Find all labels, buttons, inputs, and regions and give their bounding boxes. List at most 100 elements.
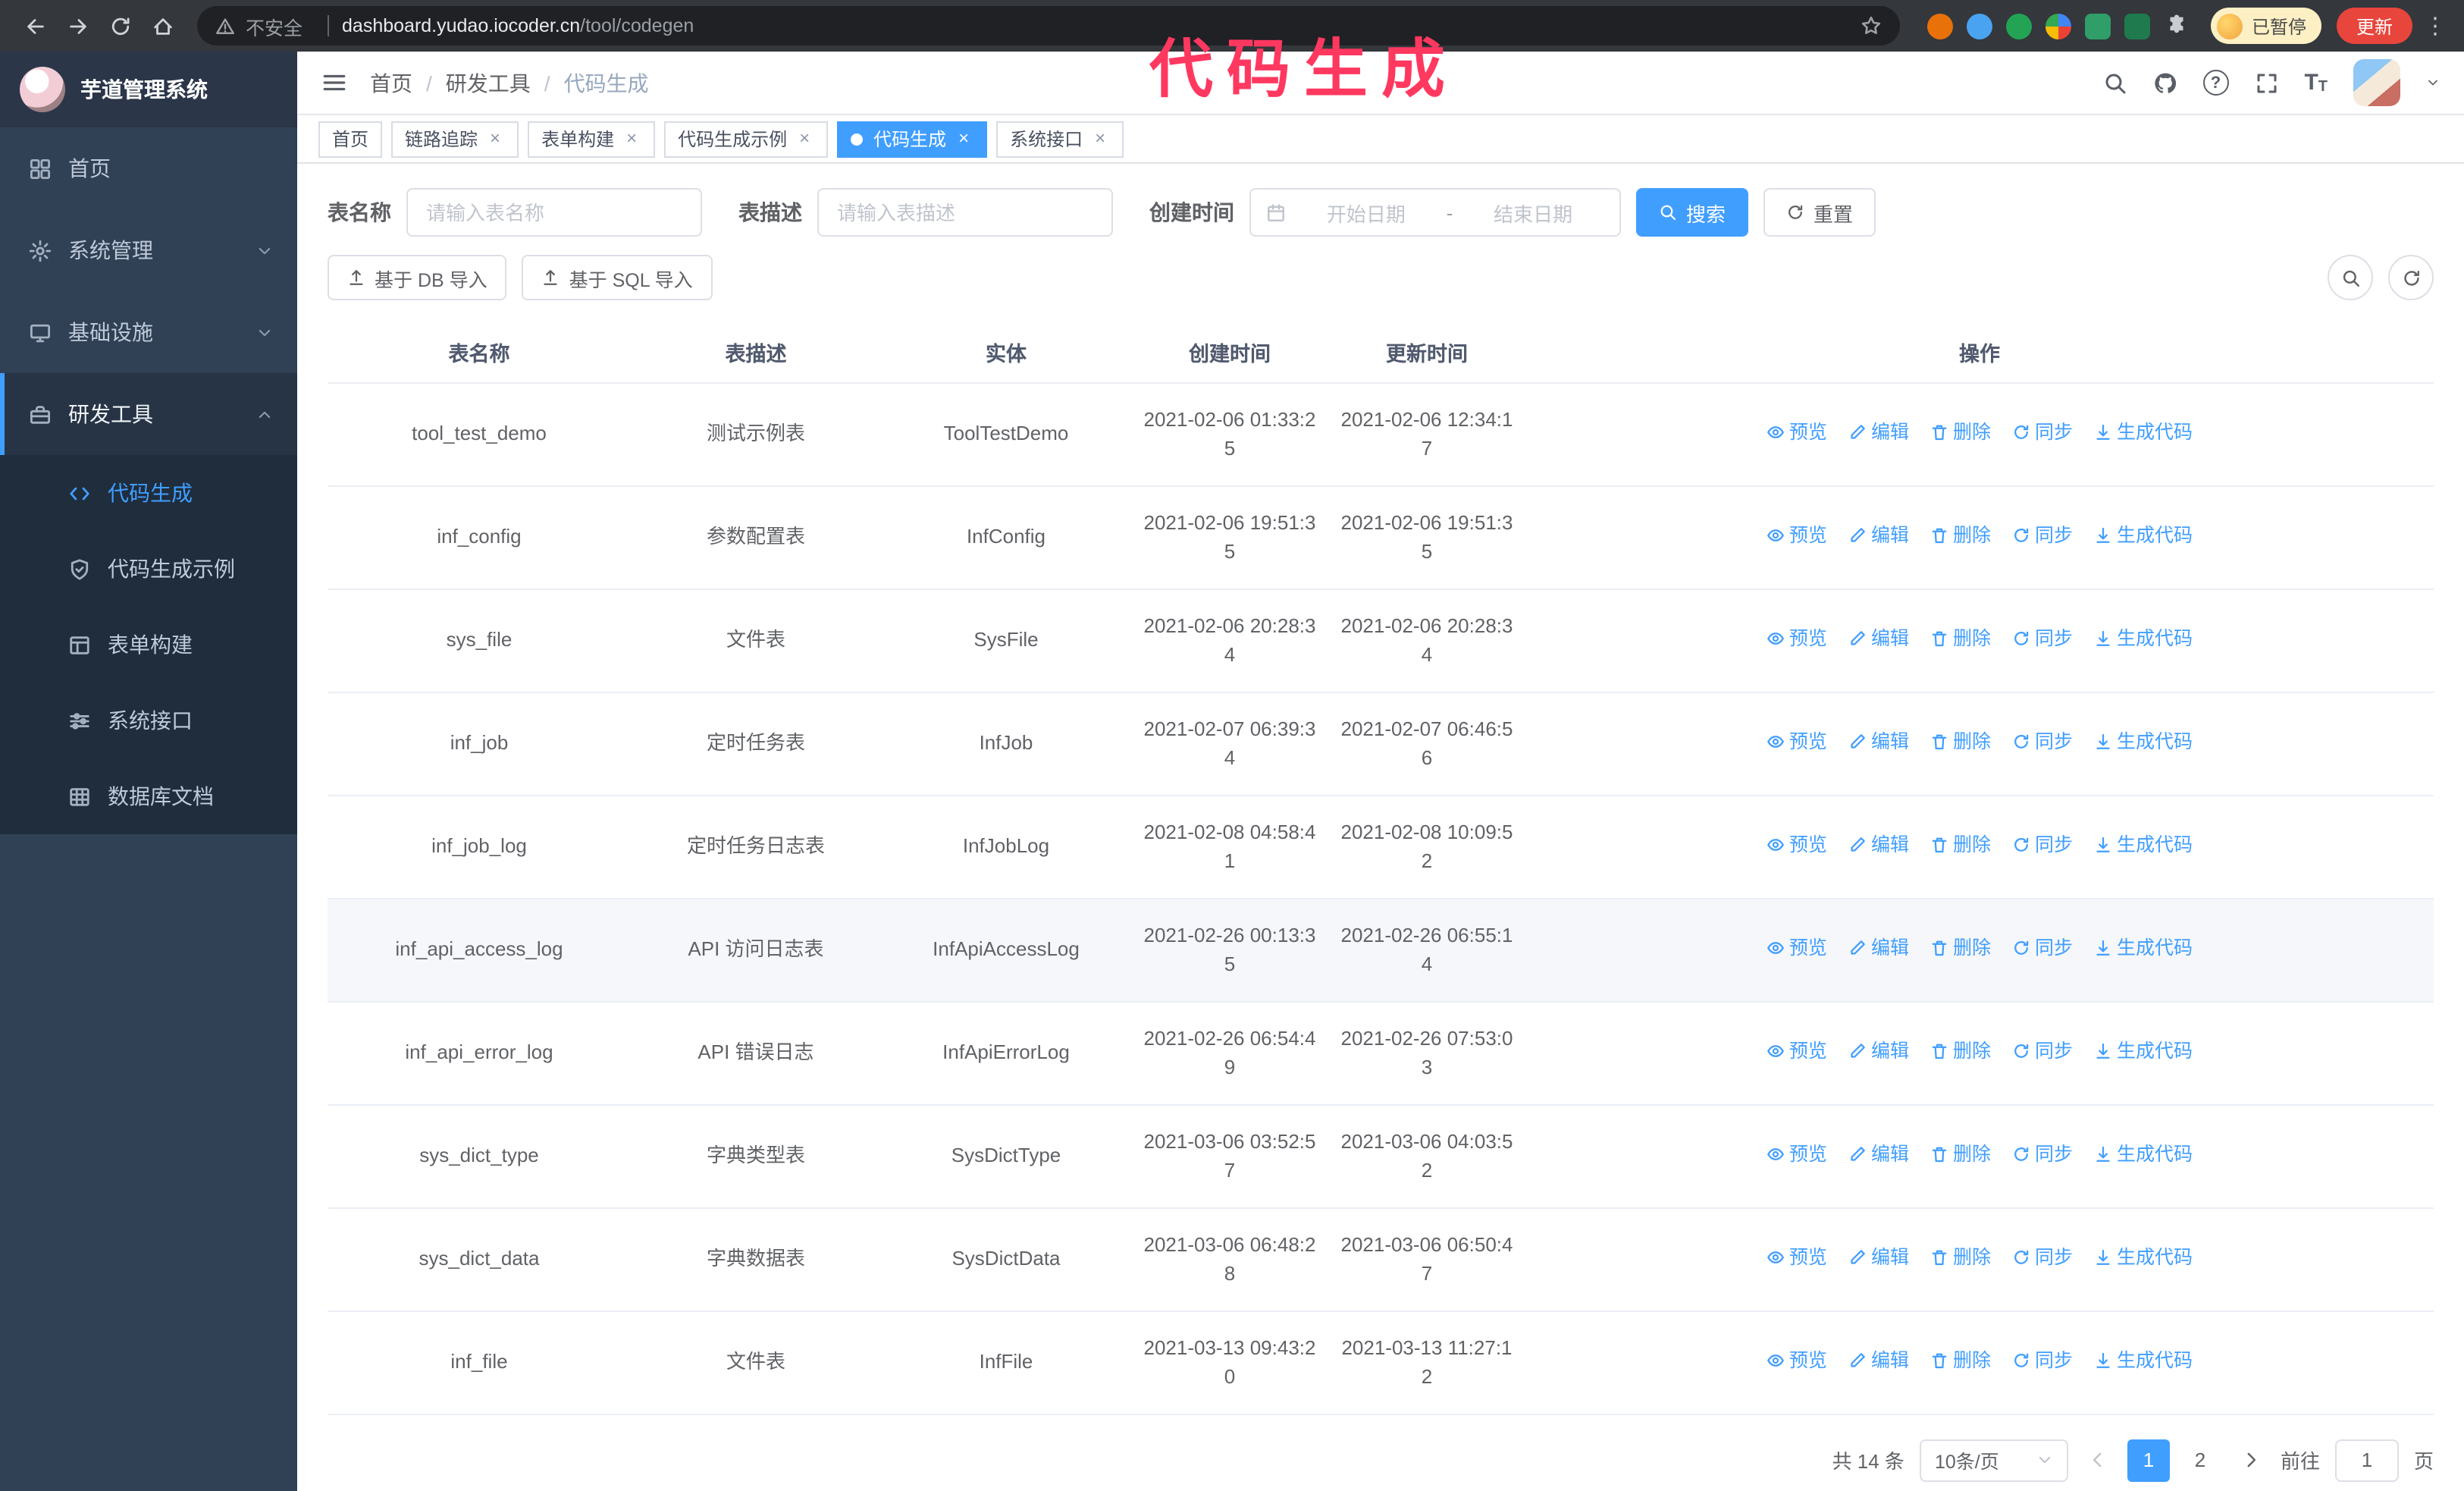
create-time-range-picker[interactable]: 开始日期 - 结束日期 [1249,188,1621,237]
breadcrumb-item[interactable]: 首页 [370,67,412,98]
user-menu-caret-icon[interactable] [2426,76,2440,89]
browser-menu-icon[interactable]: ⋮ [2422,12,2449,39]
github-icon[interactable] [2152,71,2177,95]
preview-link[interactable]: 预览 [1766,1243,1827,1272]
app-logo[interactable]: 芋道管理系统 [0,52,297,127]
delete-link[interactable]: 删除 [1930,418,1991,447]
tab-close-icon[interactable]: × [954,129,973,149]
delete-link[interactable]: 删除 [1930,1037,1991,1066]
extensions-puzzle-icon[interactable] [2164,13,2190,39]
generate-code-link[interactable]: 生成代码 [2094,934,2193,962]
delete-link[interactable]: 删除 [1930,1346,1991,1375]
sidebar-item-codegen-example[interactable]: 代码生成示例 [0,531,297,607]
help-icon[interactable]: ? [2202,70,2229,96]
generate-code-link[interactable]: 生成代码 [2094,727,2193,756]
browser-reload-icon[interactable] [100,6,140,46]
edit-link[interactable]: 编辑 [1848,1037,1909,1066]
sidebar-item-infrastructure[interactable]: 基础设施 [0,291,297,373]
generate-code-link[interactable]: 生成代码 [2094,1140,2193,1169]
user-avatar[interactable] [2353,59,2400,106]
tab-codegen[interactable]: 代码生成 × [837,121,988,157]
table-name-input[interactable] [406,188,702,237]
sidebar-item-form-builder[interactable]: 表单构建 [0,607,297,683]
next-page-button[interactable] [2237,1450,2265,1470]
preview-link[interactable]: 预览 [1766,1346,1827,1375]
generate-code-link[interactable]: 生成代码 [2094,1243,2193,1272]
delete-link[interactable]: 删除 [1930,521,1991,550]
preview-link[interactable]: 预览 [1766,624,1827,653]
generate-code-link[interactable]: 生成代码 [2094,624,2193,653]
profile-paused-badge[interactable]: 已暂停 [2210,8,2321,44]
tab-close-icon[interactable]: × [485,129,505,149]
edit-link[interactable]: 编辑 [1848,521,1909,550]
edit-link[interactable]: 编辑 [1848,727,1909,756]
extension-icon[interactable] [2124,13,2150,39]
edit-link[interactable]: 编辑 [1848,624,1909,653]
sidebar-item-db-doc[interactable]: 数据库文档 [0,758,297,834]
import-sql-button[interactable]: 基于 SQL 导入 [522,255,713,300]
browser-update-button[interactable]: 更新 [2336,8,2412,44]
extension-icon[interactable] [1926,13,1953,39]
refresh-table-button[interactable] [2388,255,2434,300]
tab-close-icon[interactable]: × [622,129,641,149]
page-size-select[interactable]: 10条/页 [1919,1439,2068,1481]
sync-link[interactable]: 同步 [2012,1140,2073,1169]
sync-link[interactable]: 同步 [2012,934,2073,962]
page-number-1[interactable]: 1 [2127,1439,2170,1481]
generate-code-link[interactable]: 生成代码 [2094,830,2193,859]
sync-link[interactable]: 同步 [2012,1037,2073,1066]
tab-form-builder[interactable]: 表单构建 × [528,121,656,157]
sidebar-item-codegen[interactable]: 代码生成 [0,455,297,531]
generate-code-link[interactable]: 生成代码 [2094,1346,2193,1375]
extension-icon[interactable] [2045,13,2071,39]
browser-forward-icon[interactable] [58,6,97,46]
preview-link[interactable]: 预览 [1766,521,1827,550]
preview-link[interactable]: 预览 [1766,934,1827,962]
preview-link[interactable]: 预览 [1766,1037,1827,1066]
delete-link[interactable]: 删除 [1930,727,1991,756]
import-db-button[interactable]: 基于 DB 导入 [328,255,507,300]
tab-system-api[interactable]: 系统接口 × [996,121,1124,157]
delete-link[interactable]: 删除 [1930,1243,1991,1272]
sync-link[interactable]: 同步 [2012,521,2073,550]
sync-link[interactable]: 同步 [2012,830,2073,859]
sidebar-item-home[interactable]: 首页 [0,127,297,209]
extension-icon[interactable] [1966,13,1992,39]
preview-link[interactable]: 预览 [1766,418,1827,447]
header-search-icon[interactable] [2102,71,2127,95]
extension-icon[interactable] [2005,13,2032,39]
reset-button[interactable]: 重置 [1763,188,1876,237]
preview-link[interactable]: 预览 [1766,727,1827,756]
browser-back-icon[interactable] [15,6,55,46]
sync-link[interactable]: 同步 [2012,727,2073,756]
sync-link[interactable]: 同步 [2012,1346,2073,1375]
generate-code-link[interactable]: 生成代码 [2094,521,2193,550]
bookmark-star-icon[interactable] [1861,15,1882,36]
edit-link[interactable]: 编辑 [1848,1346,1909,1375]
extension-icon[interactable] [2084,13,2111,39]
page-number-2[interactable]: 2 [2179,1439,2221,1481]
edit-link[interactable]: 编辑 [1848,1140,1909,1169]
toggle-search-button[interactable] [2328,255,2373,300]
tab-home[interactable]: 首页 [318,121,383,157]
preview-link[interactable]: 预览 [1766,830,1827,859]
tab-close-icon[interactable]: × [1090,129,1110,149]
delete-link[interactable]: 删除 [1930,830,1991,859]
edit-link[interactable]: 编辑 [1848,1243,1909,1272]
table-desc-input[interactable] [817,188,1113,237]
browser-home-icon[interactable] [143,6,182,46]
tab-tracer[interactable]: 链路追踪 × [391,121,519,157]
fullscreen-icon[interactable] [2254,71,2278,95]
delete-link[interactable]: 删除 [1930,624,1991,653]
breadcrumb-item[interactable]: 研发工具 [446,67,531,98]
search-button[interactable]: 搜索 [1636,188,1749,237]
generate-code-link[interactable]: 生成代码 [2094,418,2193,447]
edit-link[interactable]: 编辑 [1848,934,1909,962]
address-bar[interactable]: 不安全 dashboard.yudao.iocoder.cn/tool/code… [197,6,1900,46]
sync-link[interactable]: 同步 [2012,1243,2073,1272]
prev-page-button[interactable] [2083,1450,2112,1470]
delete-link[interactable]: 删除 [1930,934,1991,962]
generate-code-link[interactable]: 生成代码 [2094,1037,2193,1066]
font-size-icon[interactable]: TT [2304,70,2328,96]
goto-page-input[interactable] [2334,1439,2399,1481]
